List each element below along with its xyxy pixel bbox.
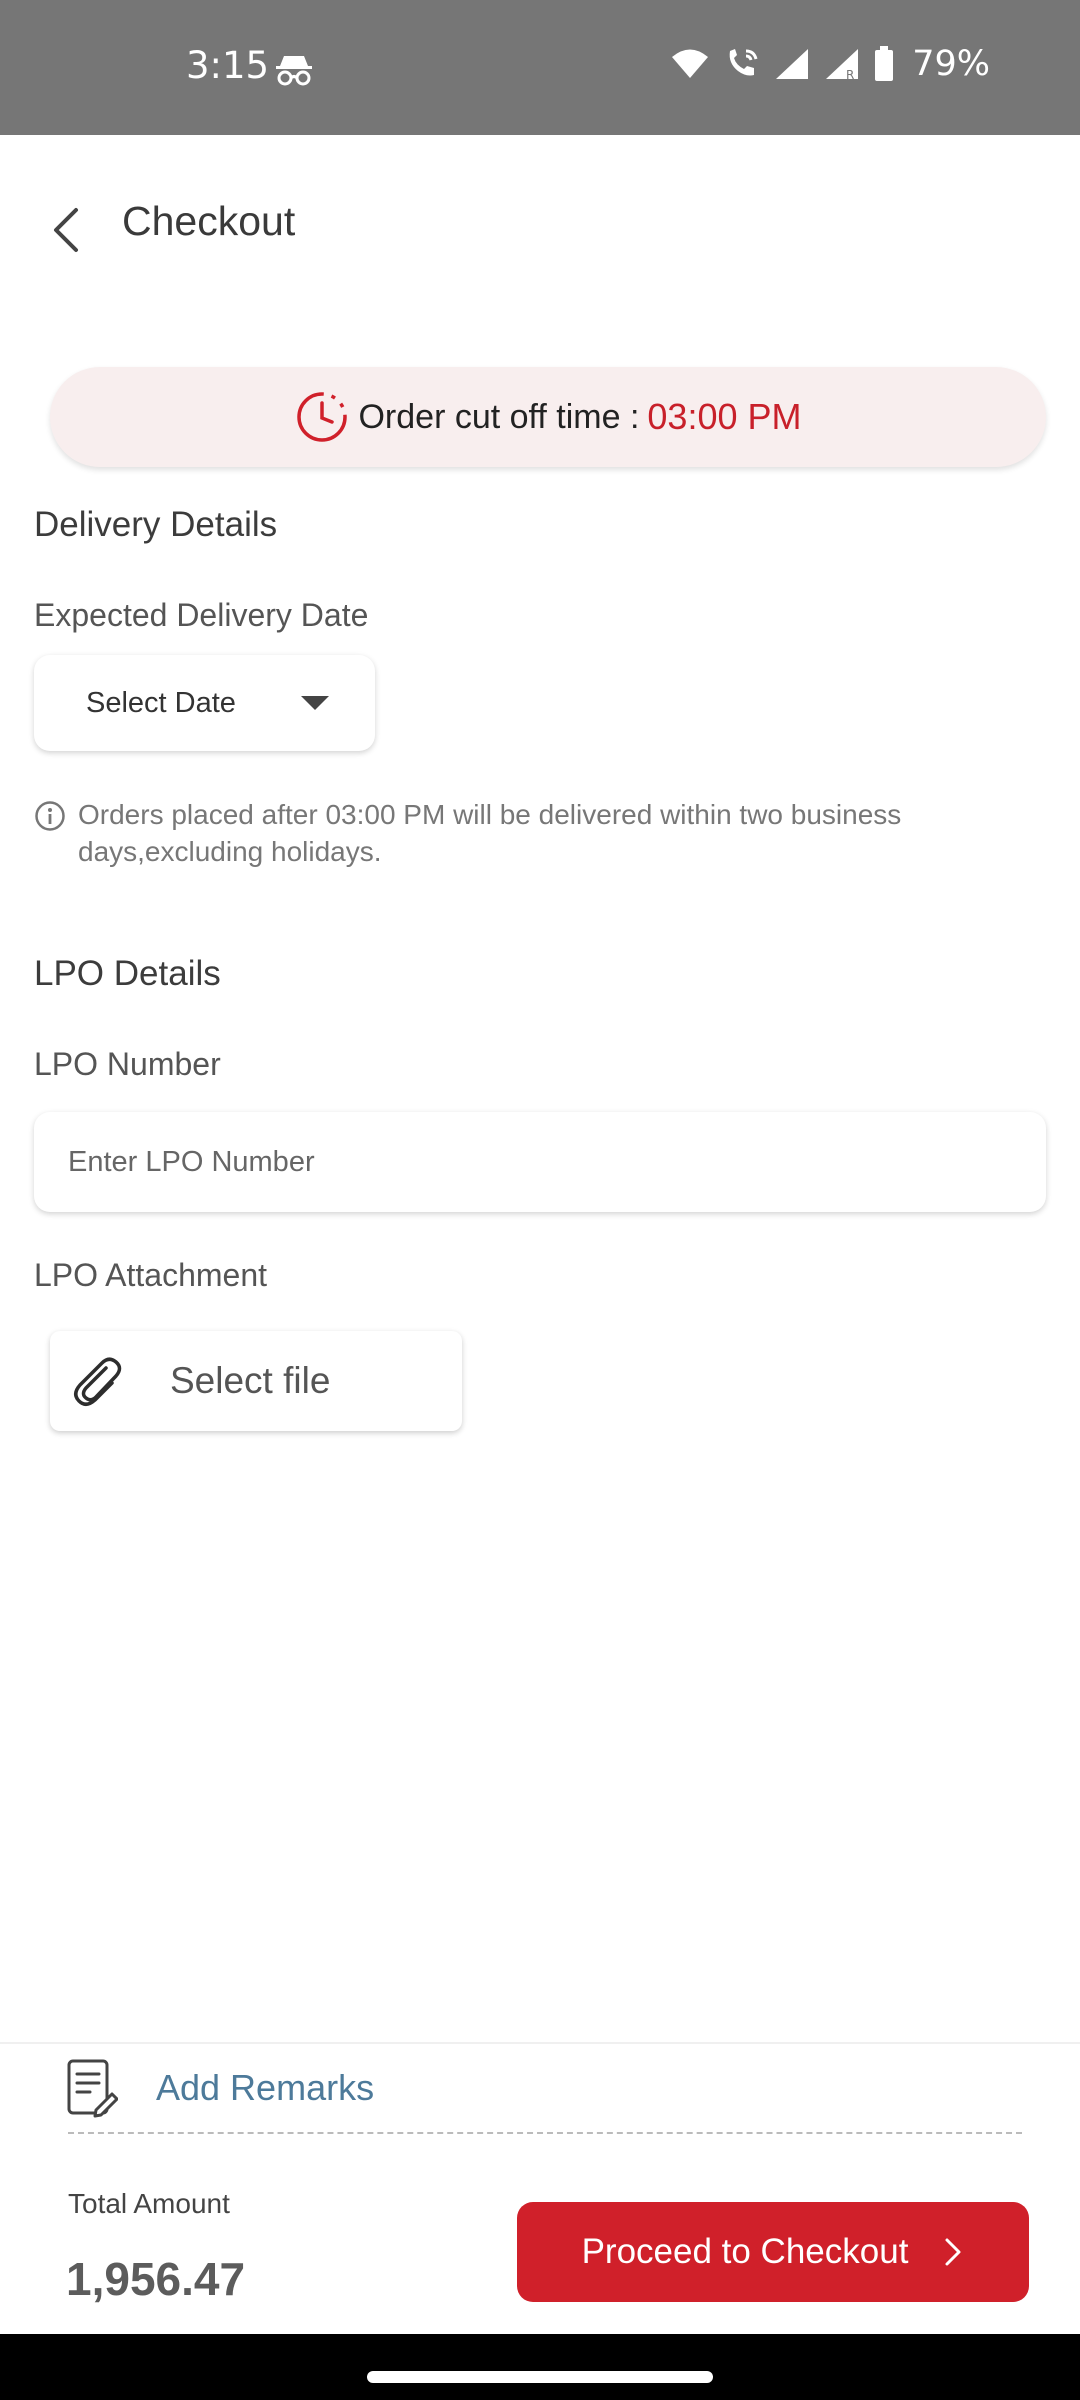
lpo-details-title: LPO Details <box>34 954 221 993</box>
checkout-footer: Add Remarks Total Amount 1,956.47 Procee… <box>0 2042 1080 2334</box>
delivery-date-select[interactable]: Select Date <box>34 655 375 751</box>
lpo-number-input[interactable] <box>34 1112 1046 1212</box>
home-gesture-handle[interactable] <box>367 2371 713 2383</box>
signal-icon <box>776 49 809 79</box>
expected-delivery-date-label: Expected Delivery Date <box>34 597 369 633</box>
total-amount-label: Total Amount <box>68 2188 230 2219</box>
wifi-icon <box>672 49 709 78</box>
select-file-button[interactable]: Select file <box>50 1331 462 1431</box>
lpo-attachment-label: LPO Attachment <box>34 1257 268 1293</box>
add-remarks-button[interactable]: Add Remarks <box>66 2058 374 2118</box>
lpo-number-label: LPO Number <box>34 1046 221 1082</box>
delivery-date-value: Select Date <box>86 686 236 719</box>
wifi-calling-icon <box>729 49 758 76</box>
back-button[interactable] <box>40 195 90 265</box>
chevron-right-icon <box>945 2238 961 2266</box>
battery-icon <box>875 46 894 81</box>
dropdown-caret-icon <box>301 696 329 710</box>
clock-icon <box>297 392 348 442</box>
notes-edit-icon <box>67 2059 118 2118</box>
delivery-details-title: Delivery Details <box>34 505 278 544</box>
proceed-to-checkout-label: Proceed to Checkout <box>581 2232 909 2271</box>
delivery-info-note: Orders placed after 03:00 PM will be del… <box>34 796 1014 870</box>
paperclip-icon <box>74 1357 122 1406</box>
info-icon <box>35 801 65 831</box>
order-cutoff-banner: Order cut off time : 03:00 PM <box>50 367 1046 467</box>
svg-text:R: R <box>846 68 854 81</box>
back-arrow-icon <box>54 208 78 252</box>
cutoff-time: 03:00 PM <box>647 396 802 437</box>
header: Checkout <box>0 135 1080 315</box>
delivery-info-text: Orders placed after 03:00 PM will be del… <box>78 799 902 867</box>
signal-roaming-icon: R <box>826 49 859 81</box>
select-file-label: Select file <box>170 1360 331 1401</box>
page-title: Checkout <box>122 198 296 244</box>
battery-percentage: 79% <box>912 44 990 84</box>
cutoff-label: Order cut off time : <box>358 397 640 436</box>
status-time: 3:15 <box>186 44 270 87</box>
status-bar: 3:15 R 79% <box>0 0 1080 135</box>
status-icons: R 79% <box>670 44 990 84</box>
total-amount-value: 1,956.47 <box>66 2253 246 2305</box>
dashed-divider <box>68 2132 1022 2134</box>
incognito-icon <box>276 56 312 86</box>
add-remarks-label: Add Remarks <box>156 2067 375 2108</box>
system-navigation-bar <box>0 2334 1080 2400</box>
proceed-to-checkout-button[interactable]: Proceed to Checkout <box>517 2202 1029 2302</box>
